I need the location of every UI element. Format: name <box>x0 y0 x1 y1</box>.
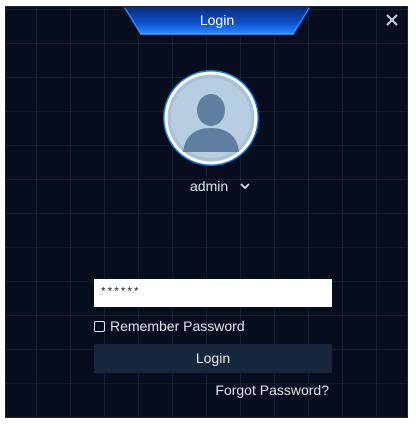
user-avatar-icon <box>164 71 258 165</box>
title-bar: Login <box>122 7 312 35</box>
user-select[interactable]: admin <box>184 175 276 197</box>
login-button[interactable]: Login <box>94 344 332 373</box>
forgot-password-link[interactable]: Forgot Password? <box>215 382 329 398</box>
close-button[interactable] <box>383 13 401 31</box>
chevron-down-icon <box>240 183 250 190</box>
password-field[interactable] <box>94 279 332 307</box>
user-avatar <box>163 70 259 166</box>
login-dialog: Login admin Remember Password Login Forg… <box>5 6 408 418</box>
remember-password-checkbox[interactable]: Remember Password <box>94 317 245 335</box>
close-icon <box>386 14 398 26</box>
selected-user: admin <box>190 178 229 194</box>
remember-password-label: Remember Password <box>110 318 245 334</box>
checkbox-box[interactable] <box>94 320 105 332</box>
dialog-title: Login <box>199 12 235 28</box>
